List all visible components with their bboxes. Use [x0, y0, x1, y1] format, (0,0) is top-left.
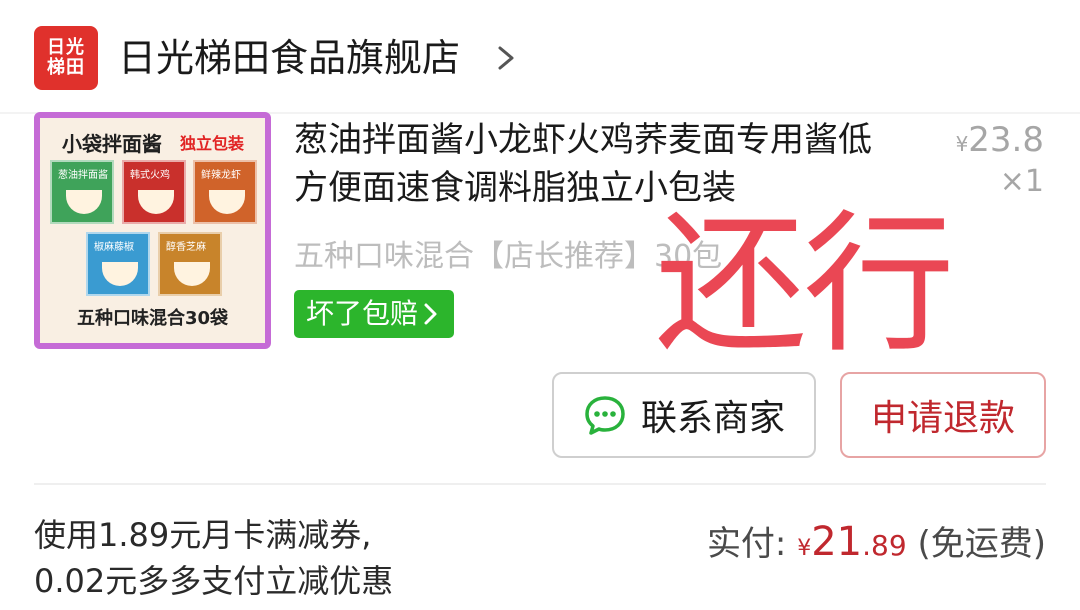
- chevron-right-icon: [424, 303, 437, 325]
- store-logo[interactable]: 日光 梯田: [34, 26, 98, 90]
- store-name[interactable]: 日光梯田食品旗舰店: [118, 32, 460, 84]
- chevron-right-icon[interactable]: [488, 38, 528, 78]
- contact-seller-button[interactable]: 联系商家: [552, 372, 816, 458]
- promo-line1: 使用1.89元月卡满减券,: [34, 516, 372, 554]
- contact-seller-label: 联系商家: [640, 398, 785, 439]
- pack-pepper: 椒麻藤椒: [86, 232, 150, 296]
- product-quantity: ×1: [999, 164, 1044, 199]
- image-title: 小袋拌面酱: [62, 132, 162, 156]
- image-badge: 独立包装: [180, 134, 245, 153]
- product-price: ¥23.8: [956, 120, 1044, 160]
- paid-amount-int: 21: [811, 519, 863, 565]
- price-value: 23.8: [968, 120, 1044, 160]
- paid-label: 实付:: [706, 524, 787, 564]
- handwritten-stamp: 还行: [655, 196, 955, 373]
- guarantee-label: 坏了包赔: [306, 297, 419, 330]
- paid-currency: ¥: [797, 536, 812, 561]
- store-logo-line2: 梯田: [47, 57, 85, 78]
- section-divider: [34, 483, 1046, 485]
- order-card: 日光 梯田 日光梯田食品旗舰店 小袋拌面酱 独立包装 葱油拌面酱 韩式火鸡 鲜辣…: [0, 0, 1080, 610]
- price-currency: ¥: [955, 132, 969, 156]
- product-image-content: 小袋拌面酱 独立包装 葱油拌面酱 韩式火鸡 鲜辣龙虾 椒麻藤椒 醇香芝麻 五种口…: [40, 118, 265, 343]
- product-image[interactable]: 小袋拌面酱 独立包装 葱油拌面酱 韩式火鸡 鲜辣龙虾 椒麻藤椒 醇香芝麻 五种口…: [34, 112, 271, 349]
- pack-turkey: 韩式火鸡: [122, 160, 186, 224]
- request-refund-label: 申请退款: [870, 398, 1015, 439]
- paid-amount-dec: .89: [862, 529, 907, 562]
- paid-amount: 实付: ¥21.89 (免运费): [707, 516, 1046, 565]
- shipping-note: (免运费): [917, 524, 1046, 564]
- pack-scallion: 葱油拌面酱: [50, 160, 114, 224]
- guarantee-badge[interactable]: 坏了包赔: [294, 290, 455, 338]
- pack-crayfish: 鲜辣龙虾: [193, 160, 257, 224]
- pack-sesame: 醇香芝麻: [158, 232, 222, 296]
- request-refund-button[interactable]: 申请退款: [840, 372, 1046, 458]
- promo-line2: 0.02元多多支付立减优惠: [34, 562, 394, 600]
- promo-text: 使用1.89元月卡满减券, 0.02元多多支付立减优惠: [34, 512, 393, 604]
- chat-icon: [585, 396, 625, 435]
- image-footer: 五种口味混合30袋: [76, 308, 229, 329]
- store-logo-line1: 日光: [47, 37, 85, 58]
